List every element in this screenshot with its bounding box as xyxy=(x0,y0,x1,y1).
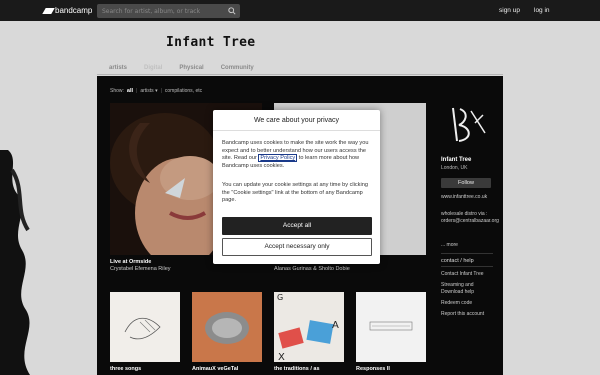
distro-text: wholesale distro via : orders@centralbaz… xyxy=(441,211,499,224)
privacy-policy-link[interactable]: Privacy Policy xyxy=(258,154,298,162)
ring-artwork xyxy=(192,292,262,362)
redeem-code-link[interactable]: Redeem code xyxy=(441,300,496,307)
release-cover-responses-ii[interactable] xyxy=(356,292,426,362)
contact-help-heading: contact / help xyxy=(441,258,474,264)
cookie-dialog-paragraph-1: Bandcamp uses cookies to make the site w… xyxy=(222,140,369,169)
tab-divider xyxy=(97,74,503,75)
release-cover-the-traditions[interactable]: G A X xyxy=(274,292,344,363)
bandcamp-logo-icon xyxy=(42,7,55,14)
filter-all[interactable]: all xyxy=(127,88,133,94)
search-box xyxy=(97,4,240,18)
sidebar-divider xyxy=(441,253,493,254)
accept-necessary-button[interactable]: Accept necessary only xyxy=(222,238,372,256)
release-title[interactable]: the traditions / as xyxy=(274,366,320,372)
filter-compilations[interactable]: compilations, etc xyxy=(165,88,202,94)
cookie-consent-dialog: We care about your privacy Bandcamp uses… xyxy=(213,110,380,264)
follow-button[interactable]: Follow xyxy=(441,178,491,188)
release-artist[interactable]: Alanas Gurinas & Sholto Dobie xyxy=(274,266,350,272)
tab-digital[interactable]: Digital xyxy=(144,65,162,71)
svg-text:G: G xyxy=(277,293,283,302)
filter-label: Show: xyxy=(110,88,124,94)
contact-link[interactable]: Contact Infant Tree xyxy=(441,271,496,278)
sketch-artwork xyxy=(124,317,161,340)
tab-community[interactable]: Community xyxy=(221,65,254,71)
release-title[interactable]: Responses II xyxy=(356,366,390,372)
release-title[interactable]: AnimauX veGeTal xyxy=(192,366,238,372)
sign-up-link[interactable]: sign up xyxy=(499,7,520,14)
artist-tabs: artists Digital Physical Community xyxy=(109,65,254,71)
report-account-link[interactable]: Report this account xyxy=(441,311,496,318)
sidebar-location: London, UK xyxy=(441,165,468,171)
svg-text:X: X xyxy=(278,352,285,362)
boxes-artwork: G A X xyxy=(277,293,339,363)
svg-text:A: A xyxy=(332,320,339,331)
cookie-dialog-title: We care about your privacy xyxy=(213,110,380,131)
artist-name-logo[interactable]: Infant Tree xyxy=(166,35,255,50)
search-input[interactable] xyxy=(97,4,222,18)
release-title[interactable]: Live at Ormside xyxy=(110,259,151,265)
cookie-dialog-paragraph-2: You can update your cookie settings at a… xyxy=(222,182,368,203)
logo-text: bandcamp xyxy=(55,6,93,15)
website-link[interactable]: www.infanttree.co.uk xyxy=(441,194,496,201)
artist-logo-image[interactable] xyxy=(445,103,490,148)
search-icon[interactable] xyxy=(228,7,236,15)
release-title[interactable]: three songs xyxy=(110,366,141,372)
accept-all-button[interactable]: Accept all xyxy=(222,217,372,235)
tab-physical[interactable]: Physical xyxy=(179,65,203,71)
sidebar-divider xyxy=(441,266,493,267)
decorative-scribble xyxy=(0,150,30,375)
release-cover-animaux-vegetal[interactable] xyxy=(192,292,262,362)
tab-artists[interactable]: artists xyxy=(109,65,127,71)
top-bar: bandcamp sign up log in xyxy=(0,0,600,21)
more-link[interactable]: ... more xyxy=(441,242,496,249)
release-cover-three-songs[interactable] xyxy=(110,292,180,362)
sidebar-artist-name: Infant Tree xyxy=(441,157,472,163)
release-artist[interactable]: Crystabel Efemena Riley xyxy=(110,266,171,272)
log-in-link[interactable]: log in xyxy=(534,7,550,14)
filter-artists[interactable]: artists ▾ xyxy=(140,88,157,94)
stamp-artwork xyxy=(369,321,413,331)
bandcamp-logo[interactable]: bandcamp xyxy=(42,6,93,15)
streaming-help-link[interactable]: Streaming and Download help xyxy=(441,282,496,295)
discography-filters: Show: all | artists ▾ | compilations, et… xyxy=(110,88,203,94)
